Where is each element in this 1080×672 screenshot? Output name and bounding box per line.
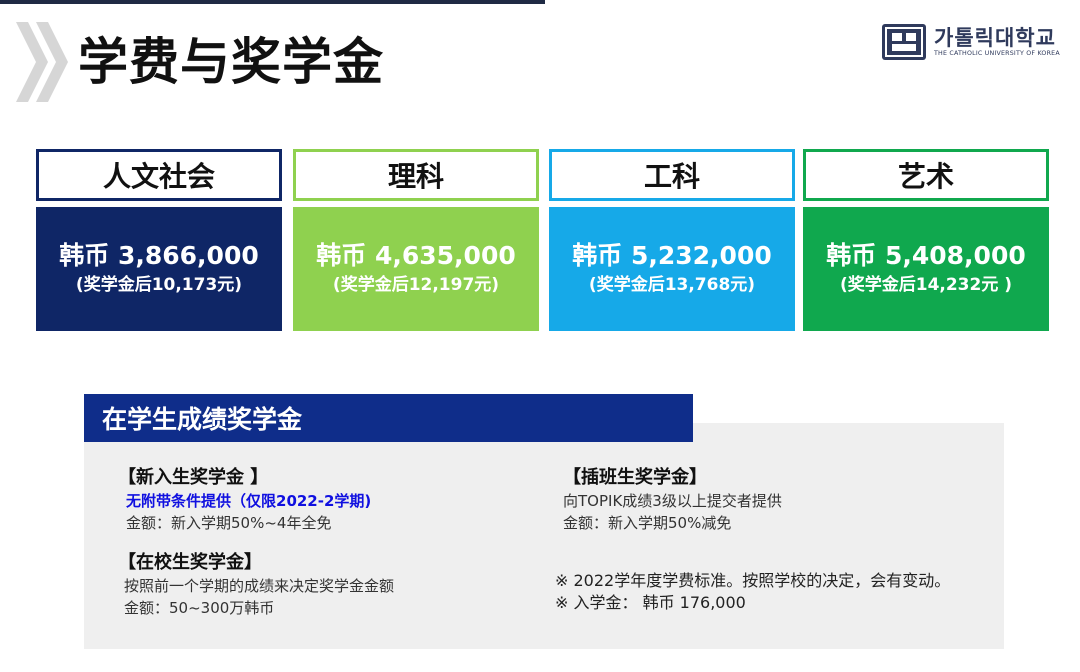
tuition-note: (奖学金后10,173元) (75, 275, 243, 295)
tuition-note: (奖学金后13,768元) (588, 275, 756, 295)
tuition-category: 人文社会 (36, 149, 282, 201)
current-student-amount: 金额：50~300万韩币 (124, 599, 275, 617)
page-title: 学费与奖学金 (78, 33, 384, 91)
tuition-column-humanities: 人文社会 韩币 3,866,000 (奖学金后10,173元) (36, 149, 282, 331)
logo-english-name: THE CATHOLIC UNIVERSITY OF KOREA (934, 50, 1060, 57)
current-student-title: 【在校生奖学金】 (118, 552, 262, 573)
current-student-desc: 按照前一个学期的成绩来决定奖学金金额 (124, 577, 395, 595)
tuition-price-box: 韩币 4,635,000 (奖学金后12,197元) (293, 207, 539, 331)
tuition-note: (奖学金后12,197元) (332, 275, 500, 295)
tuition-column-engineering: 工科 韩币 5,232,000 (奖学金后13,768元) (549, 149, 795, 331)
university-emblem-icon (882, 24, 926, 60)
transfer-student-amount: 金额：新入学期50%减免 (563, 514, 732, 532)
chevron-decoration-icon (16, 22, 68, 102)
top-accent-bar (0, 0, 545, 4)
tuition-note: (奖学金后14,232元 ) (839, 275, 1013, 295)
transfer-student-title: 【插班生奖学金】 (563, 467, 707, 488)
logo-korean-name: 가톨릭대학교 (934, 26, 1056, 50)
tuition-price-box: 韩币 5,408,000 (奖学金后14,232元 ) (803, 207, 1049, 331)
transfer-student-desc: 向TOPIK成绩3级以上提交者提供 (563, 492, 782, 510)
tuition-note-admission-fee: ※ 入学金： 韩币 176,000 (555, 593, 746, 612)
university-logo: 가톨릭대학교 THE CATHOLIC UNIVERSITY OF KOREA (882, 24, 1060, 60)
new-student-amount: 金额：新入学期50%~4年全免 (126, 514, 332, 532)
tuition-category: 艺术 (803, 149, 1049, 201)
tuition-price-box: 韩币 3,866,000 (奖学金后10,173元) (36, 207, 282, 331)
tuition-column-science: 理科 韩币 4,635,000 (奖学金后12,197元) (293, 149, 539, 331)
scholarship-section-heading: 在学生成绩奖学金 (84, 394, 693, 442)
tuition-price: 韩币 4,635,000 (316, 241, 516, 270)
tuition-price: 韩币 5,408,000 (826, 241, 1026, 270)
new-student-title: 【新入生奖学金 】 (118, 467, 269, 488)
tuition-column-arts: 艺术 韩币 5,408,000 (奖学金后14,232元 ) (803, 149, 1049, 331)
tuition-category: 工科 (549, 149, 795, 201)
new-student-condition: 无附带条件提供（仅限2022-2学期) (126, 492, 372, 510)
tuition-notes: ※ 2022学年度学费标准。按照学校的决定，会有变动。 ※ 入学金： 韩币 17… (555, 570, 950, 614)
tuition-price: 韩币 3,866,000 (59, 241, 259, 270)
tuition-category: 理科 (293, 149, 539, 201)
tuition-note-standard: ※ 2022学年度学费标准。按照学校的决定，会有变动。 (555, 571, 951, 590)
new-student-scholarship: 【新入生奖学金 】 无附带条件提供（仅限2022-2学期) 金额：新入学期50%… (118, 466, 371, 534)
tuition-price-box: 韩币 5,232,000 (奖学金后13,768元) (549, 207, 795, 331)
tuition-price: 韩币 5,232,000 (572, 241, 772, 270)
transfer-student-scholarship: 【插班生奖学金】 向TOPIK成绩3级以上提交者提供 金额：新入学期50%减免 (563, 466, 782, 534)
current-student-scholarship: 【在校生奖学金】 按照前一个学期的成绩来决定奖学金金额 金额：50~300万韩币 (118, 551, 394, 619)
